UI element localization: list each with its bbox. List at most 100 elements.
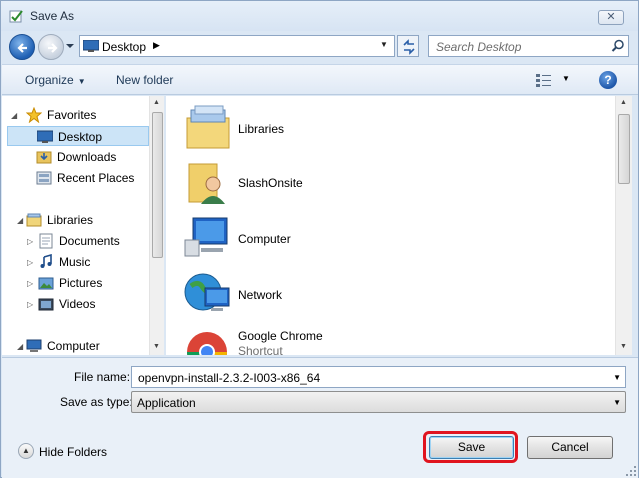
save-as-type-dropdown-icon[interactable]: ▼ (613, 398, 621, 407)
list-item-slashonsite[interactable]: SlashOnsite (183, 158, 483, 208)
file-name-field[interactable]: openvpn-install-2.3.2-I003-x86_64 ▼ (131, 366, 626, 388)
save-as-type-select[interactable]: Application ▼ (131, 391, 626, 413)
collapse-arrow-icon[interactable]: ◢ (17, 342, 23, 351)
refresh-icon (403, 39, 415, 55)
file-list-pane: Libraries SlashOnsite Computer Network G… (166, 96, 615, 355)
navigation-pane: ◢ Favorites Desktop Downloads Recent Pla… (2, 96, 164, 355)
nav-item-label: Desktop (58, 130, 103, 144)
address-history-dropdown-icon[interactable]: ▼ (380, 40, 388, 49)
music-icon (40, 254, 52, 268)
nav-item-label: Music (59, 255, 91, 269)
nav-item-label: Pictures (59, 276, 103, 290)
libraries-icon (26, 213, 42, 227)
item-name: Libraries (238, 122, 285, 136)
nav-favorites-label: Favorites (47, 108, 97, 122)
scrollbar-thumb[interactable] (152, 112, 163, 258)
nav-item-label: Videos (59, 297, 96, 311)
user-folder-icon (188, 163, 225, 204)
nav-item-label: Downloads (57, 150, 117, 164)
nav-computer-label: Computer (47, 339, 100, 353)
organize-label: Organize (25, 73, 74, 87)
nav-computer[interactable]: ◢ Computer (2, 336, 149, 355)
nav-favorites[interactable]: ◢ Favorites (2, 105, 149, 125)
nav-item-videos[interactable]: ▷ Videos (2, 294, 149, 314)
address-location[interactable]: Desktop (102, 40, 146, 54)
command-toolbar: Organize ▼ New folder ▼ ? (2, 64, 638, 95)
forward-button[interactable] (38, 34, 64, 60)
documents-icon (39, 233, 53, 249)
computer-icon (26, 339, 42, 352)
downloads-folder-icon (36, 151, 52, 164)
search-input[interactable]: Search Desktop (428, 35, 629, 57)
pictures-icon (38, 277, 54, 290)
expand-arrow-icon[interactable]: ▷ (27, 258, 33, 267)
computer-icon (184, 217, 228, 257)
back-button[interactable] (9, 34, 35, 60)
item-name: Computer (238, 232, 291, 246)
collapse-arrow-icon[interactable]: ◢ (17, 216, 23, 225)
recent-places-icon (36, 171, 52, 185)
close-button[interactable]: ✕ (598, 10, 624, 25)
search-icon[interactable] (611, 39, 625, 53)
desktop-icon (83, 40, 99, 52)
cancel-button[interactable]: Cancel (527, 436, 613, 459)
organize-dropdown-icon: ▼ (77, 77, 86, 86)
nav-item-recent-places[interactable]: Recent Places (2, 168, 149, 188)
nav-item-music[interactable]: ▷ Music (2, 252, 149, 272)
favorites-star-icon (26, 107, 42, 123)
breadcrumb-chevron-icon[interactable]: ▶ (153, 40, 160, 51)
nav-item-desktop[interactable]: Desktop (7, 126, 149, 146)
nav-item-label: Recent Places (57, 171, 135, 185)
nav-pane-scrollbar[interactable]: ▲ ▼ (149, 96, 164, 355)
list-item-libraries[interactable]: Libraries (183, 104, 483, 154)
organize-menu[interactable]: Organize ▼ (25, 73, 86, 87)
scrollbar-thumb[interactable] (618, 114, 630, 184)
collapse-arrow-icon[interactable]: ◢ (11, 111, 17, 120)
forward-arrow-icon (48, 43, 58, 53)
expand-arrow-icon[interactable]: ▷ (27, 300, 33, 309)
list-item-google-chrome[interactable]: Google Chrome Shortcut (183, 326, 483, 355)
nav-item-documents[interactable]: ▷ Documents (2, 231, 149, 251)
desktop-icon (37, 130, 53, 143)
refresh-button[interactable] (397, 35, 419, 57)
view-options-dropdown-icon[interactable]: ▼ (562, 74, 570, 83)
nav-item-downloads[interactable]: Downloads (2, 147, 149, 167)
back-arrow-icon (17, 43, 27, 53)
file-list-scrollbar[interactable]: ▲ ▼ (615, 96, 632, 355)
hide-folders-label: Hide Folders (39, 445, 108, 459)
address-bar[interactable]: Desktop ▶ ▼ (79, 35, 395, 57)
libraries-icon (186, 105, 230, 149)
resize-grip-icon[interactable] (625, 465, 637, 477)
chevron-up-icon: ▲ (18, 443, 34, 459)
nav-libraries[interactable]: ◢ Libraries (2, 210, 149, 230)
expand-arrow-icon[interactable]: ▷ (27, 237, 33, 246)
file-name-dropdown-icon[interactable]: ▼ (613, 373, 621, 382)
expand-arrow-icon[interactable]: ▷ (27, 279, 33, 288)
save-as-type-value: Application (137, 396, 196, 410)
scroll-down-icon[interactable]: ▼ (620, 343, 627, 350)
search-placeholder: Search Desktop (436, 40, 522, 54)
save-as-type-label: Save as type: (60, 395, 133, 409)
videos-icon (38, 298, 54, 311)
list-item-network[interactable]: Network (183, 270, 483, 320)
list-item-computer[interactable]: Computer (183, 214, 483, 264)
file-name-label: File name: (74, 370, 131, 384)
file-name-value[interactable]: openvpn-install-2.3.2-I003-x86_64 (138, 371, 320, 385)
new-folder-button[interactable]: New folder (116, 73, 173, 87)
save-as-dialog: Save As ✕ Desktop ▶ ▼ Search Desktop Org… (0, 0, 639, 478)
recent-locations-dropdown-icon[interactable] (65, 41, 75, 51)
save-button[interactable]: Save (429, 436, 514, 459)
nav-item-pictures[interactable]: ▷ Pictures (2, 273, 149, 293)
scroll-up-icon[interactable]: ▲ (620, 99, 627, 106)
help-button[interactable]: ? (599, 71, 617, 89)
item-subtitle: Shortcut (238, 344, 283, 355)
scroll-down-icon[interactable]: ▼ (153, 343, 160, 350)
save-as-icon (9, 10, 23, 23)
nav-libraries-label: Libraries (47, 213, 94, 227)
item-name: SlashOnsite (238, 176, 303, 190)
change-view-icon[interactable] (536, 73, 552, 87)
item-name: Network (238, 288, 283, 302)
network-icon (184, 273, 230, 311)
nav-item-label: Documents (59, 234, 120, 248)
scroll-up-icon[interactable]: ▲ (153, 99, 160, 106)
